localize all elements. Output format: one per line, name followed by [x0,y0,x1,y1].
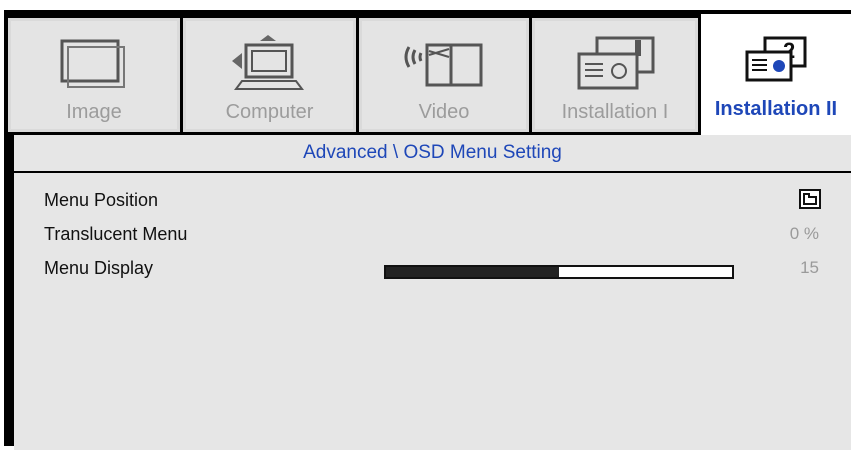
tab-label: Video [418,101,470,123]
tab-label: Installation II [714,98,838,120]
setting-value: 15 [800,258,819,277]
setting-row-menu-position[interactable]: Menu Position [14,183,851,217]
setting-row-translucent-menu[interactable]: Translucent Menu 0 % [14,217,851,251]
setting-row-menu-display[interactable]: Menu Display 15 [14,251,851,285]
settings-panel: Menu Position Translucent Menu 0 % Menu … [14,173,851,450]
menu-display-slider[interactable] [384,265,734,279]
tab-installation-2[interactable]: 2 Installation II [701,14,851,144]
tab-computer[interactable]: Computer [183,18,356,132]
tab-video[interactable]: Video [359,18,529,132]
menu-position-icon[interactable] [799,189,821,209]
setting-label: Menu Display [44,258,154,278]
tab-bar: Image Computer Video Installation I Inst… [8,14,851,144]
setting-label: Translucent Menu [44,224,188,244]
image-icon [11,33,177,93]
tab-label: Installation I [561,101,669,123]
osd-menu: Image Computer Video Installation I Inst… [4,10,851,450]
installation-icon [535,33,695,93]
installation-2-icon: 2 [701,30,851,90]
video-icon [362,33,526,93]
tab-label: Image [66,101,122,123]
computer-icon [186,33,353,93]
breadcrumb: Advanced \ OSD Menu Setting [14,135,851,171]
setting-value: 0 % [789,224,819,243]
setting-label: Menu Position [44,190,159,210]
tab-image[interactable]: Image [8,18,180,132]
slider-fill [386,267,559,277]
tab-installation-1[interactable]: Installation I [532,18,698,132]
tab-label: Computer [225,101,314,123]
